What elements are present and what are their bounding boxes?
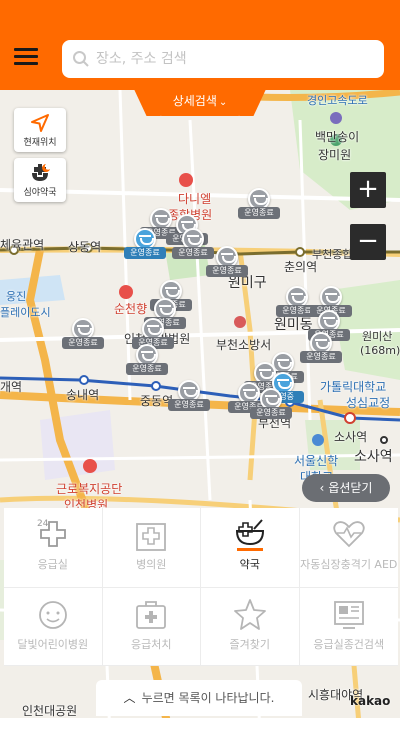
map-label: 장미원: [318, 148, 352, 162]
pharmacy-marker[interactable]: 운영종료: [300, 332, 342, 368]
pharmacy-marker[interactable]: 운영종료: [126, 344, 168, 380]
bottom-strip: [0, 718, 400, 736]
map-label: 성심교정: [346, 396, 391, 410]
category-first-aid[interactable]: 응급처치: [102, 588, 201, 666]
pharmacy-marker[interactable]: 운영종료: [238, 188, 280, 224]
category-label: 자동심장충격기 AED: [300, 558, 398, 571]
child-face-icon: [38, 601, 67, 629]
category-aed[interactable]: 자동심장충격기 AED: [299, 508, 398, 588]
svg-text:24: 24: [37, 519, 49, 529]
location-arrow-icon: [31, 114, 49, 132]
board-icon: [333, 601, 364, 629]
status-badge: 운영종료: [124, 247, 166, 259]
star-icon: [233, 599, 266, 630]
search-input[interactable]: [62, 40, 384, 78]
category-emergency-search[interactable]: 응급실종건검색: [299, 588, 398, 666]
status-badge: 운영종료: [168, 399, 210, 411]
map-label: 다니엘: [178, 192, 212, 206]
status-badge: 운영종료: [206, 265, 248, 277]
category-hospital[interactable]: 병의원: [102, 508, 201, 588]
pharmacy-marker[interactable]: 운영종료: [168, 380, 210, 416]
map-label: 송내역: [66, 388, 100, 402]
map-label: 근로복지공단: [56, 482, 123, 496]
category-pharmacy[interactable]: 약국: [201, 508, 300, 588]
hamburger-icon-bar: [14, 55, 38, 58]
current-location-label: 현재위치: [23, 138, 57, 148]
map-label: 웅진: [6, 290, 27, 303]
hamburger-icon-bar: [14, 62, 38, 65]
night-pharmacy-label: 심야약국: [23, 188, 57, 198]
map-label: 부천소방서: [216, 338, 272, 352]
category-label: 응급처치: [131, 638, 172, 651]
category-label: 응급실종건검색: [313, 638, 385, 651]
map-label: 원미산: [362, 330, 393, 343]
category-emergency-room[interactable]: 24 응급실: [4, 508, 103, 588]
pharmacy-icon: [235, 519, 264, 551]
status-badge: 운영종료: [300, 351, 342, 363]
category-grid: 24 응급실 병의원 약국 자동심장충격기 AED 달빛어린이병원 응급처치 즐…: [4, 508, 398, 666]
detail-search-label: 상세검색: [172, 94, 217, 108]
map-label: 순천향: [114, 302, 148, 316]
kakao-logo: kakao: [350, 694, 391, 708]
map-label: 플레이도시: [0, 306, 51, 319]
map-label: 경인고속도로: [307, 94, 368, 107]
map-label: 상동역: [68, 240, 102, 254]
map-label: 백만송이: [315, 130, 360, 144]
status-badge: 운영종료: [250, 407, 292, 419]
pharmacy-marker[interactable]: 운영종료: [124, 228, 166, 264]
map-label: (168m): [360, 344, 400, 357]
aed-heart-icon: [333, 521, 365, 548]
status-badge: 운영종료: [126, 363, 168, 375]
hamburger-icon-bar: [14, 48, 38, 51]
category-label: 약국: [239, 558, 260, 571]
hospital-icon: [136, 523, 167, 551]
menu-button[interactable]: [14, 44, 44, 70]
category-label: 달빛어린이병원: [17, 638, 89, 651]
night-pharmacy-button[interactable]: 심야약국: [14, 158, 66, 202]
pharmacy-marker[interactable]: 운영종료: [62, 318, 104, 354]
list-hint-label: 누르면 목록이 나타납니다.: [141, 691, 275, 705]
zoom-out-button[interactable]: −: [350, 224, 386, 260]
chevron-left-icon: ‹: [319, 481, 325, 495]
category-label: 병의원: [136, 558, 167, 571]
pharmacy-marker[interactable]: 운영종료: [206, 246, 248, 282]
chevron-down-icon: ⌄: [218, 97, 228, 108]
list-toggle-button[interactable]: ︿ 누르면 목록이 나타납니다.: [96, 680, 302, 716]
zoom-in-button[interactable]: +: [350, 172, 386, 208]
detail-search-button[interactable]: 상세검색 ⌄: [148, 88, 252, 116]
status-badge: 운영종료: [62, 337, 104, 349]
status-badge: 운영종료: [238, 207, 280, 219]
map-label: 가톨릭대학교: [320, 380, 387, 394]
pharmacy-marker[interactable]: 운영종료: [250, 388, 292, 424]
category-label: 응급실: [37, 558, 68, 571]
category-favorites[interactable]: 즐겨찾기: [201, 588, 300, 666]
app-header: [0, 0, 400, 90]
map-label: 춘의역: [284, 260, 318, 274]
search-icon: [73, 51, 89, 67]
minus-icon: −: [357, 226, 379, 256]
plus-icon: +: [357, 174, 379, 204]
map-label: 소사역: [334, 430, 368, 444]
map-label: 개역: [0, 380, 23, 394]
map-label: 소사역: [354, 449, 393, 465]
options-close-button[interactable]: ‹ 옵션닫기: [302, 474, 390, 502]
map-label: 체육관역: [0, 238, 45, 252]
emergency-24-icon: 24: [37, 519, 66, 547]
category-child-hospital[interactable]: 달빛어린이병원: [4, 588, 103, 666]
chevron-up-icon: ︿: [123, 691, 136, 705]
options-close-label: 옵션닫기: [328, 481, 373, 495]
first-aid-kit-icon: [136, 601, 167, 629]
category-label: 즐겨찾기: [229, 638, 270, 651]
map-label: 인천대공원: [22, 704, 78, 718]
current-location-button[interactable]: 현재위치: [14, 108, 66, 152]
map-label: 서울신학: [294, 454, 339, 468]
night-pharmacy-icon: [32, 163, 50, 181]
